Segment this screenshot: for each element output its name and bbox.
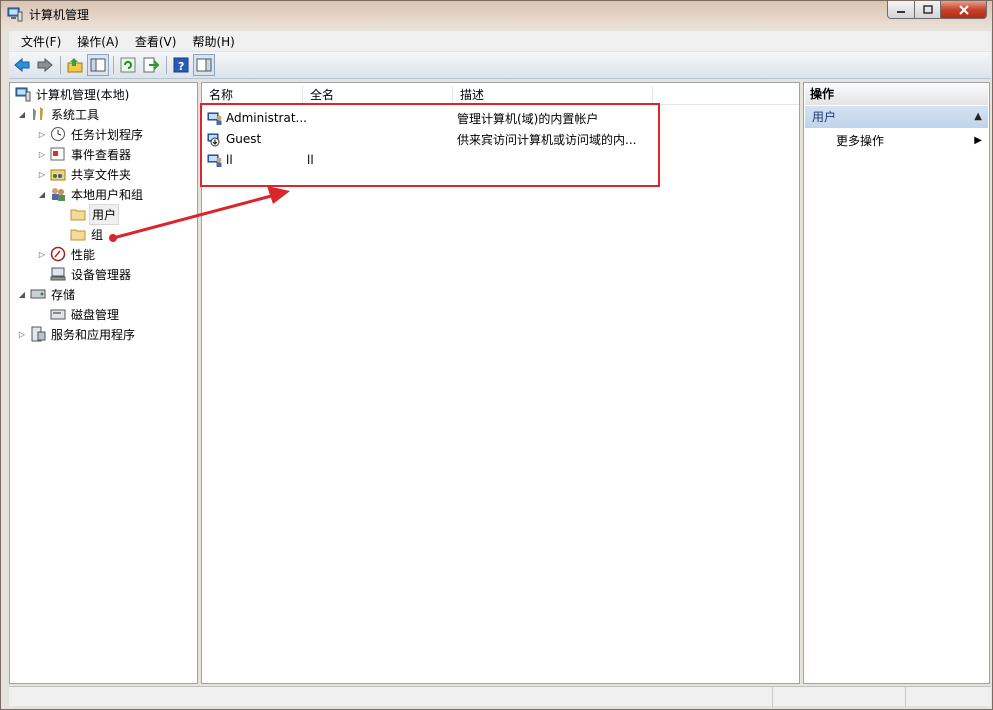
folder-icon bbox=[70, 209, 86, 221]
tree-item-groups[interactable]: 组 bbox=[67, 225, 105, 243]
help-button[interactable]: ? bbox=[170, 54, 192, 76]
toolbar: ? bbox=[9, 52, 991, 79]
help-icon: ? bbox=[173, 57, 189, 73]
device-manager-icon bbox=[50, 267, 66, 281]
tree-label: 系统工具 bbox=[51, 107, 100, 122]
tree-label: 任务计划程序 bbox=[71, 127, 144, 142]
up-button[interactable] bbox=[64, 54, 86, 76]
export-list-button[interactable] bbox=[140, 54, 162, 76]
shared-folder-icon bbox=[50, 169, 66, 181]
menu-file[interactable]: 文件(F) bbox=[13, 33, 69, 50]
collapse-icon[interactable]: ◢ bbox=[17, 290, 27, 299]
show-hide-action-pane-button[interactable] bbox=[193, 54, 215, 76]
menu-view[interactable]: 查看(V) bbox=[127, 33, 185, 50]
maximize-icon bbox=[922, 5, 933, 14]
minimize-button[interactable] bbox=[887, 1, 915, 19]
show-hide-action-pane-icon bbox=[196, 58, 212, 72]
expand-icon[interactable]: ▷ bbox=[37, 150, 47, 159]
back-button[interactable] bbox=[11, 54, 33, 76]
close-button[interactable] bbox=[940, 1, 987, 19]
collapse-up-icon[interactable]: ▲ bbox=[974, 106, 982, 128]
services-icon bbox=[31, 326, 46, 342]
tree-item-disk-management[interactable]: 磁盘管理 bbox=[47, 305, 121, 323]
expand-icon[interactable]: ▷ bbox=[37, 250, 47, 259]
tree-label: 计算机管理(本地) bbox=[36, 87, 130, 102]
storage-icon bbox=[30, 289, 46, 299]
column-header-blank bbox=[653, 86, 798, 105]
tree-item-event-viewer[interactable]: ▷ 事件查看器 bbox=[37, 145, 133, 163]
more-actions-item[interactable]: 更多操作 ▶ bbox=[805, 131, 988, 151]
tree-label: 设备管理器 bbox=[71, 267, 132, 282]
tree-item-services-apps[interactable]: ▷ 服务和应用程序 bbox=[17, 325, 137, 343]
actions-section-users[interactable]: 用户 ▲ bbox=[805, 106, 988, 128]
tools-icon bbox=[33, 107, 43, 120]
menu-action[interactable]: 操作(A) bbox=[69, 33, 127, 50]
actions-header: 操作 bbox=[805, 84, 988, 105]
actions-pane: 操作 用户 ▲ 更多操作 ▶ bbox=[803, 82, 990, 684]
expand-icon[interactable]: ▷ bbox=[37, 130, 47, 139]
console-tree-pane: 计算机管理(本地) ◢ 系统工具 ▷ 任务计划程序 ▷ 事件查看器 ▷ 共享文件… bbox=[9, 82, 198, 684]
status-bar bbox=[9, 686, 991, 707]
tree-label: 事件查看器 bbox=[71, 147, 132, 162]
users-group-icon bbox=[52, 188, 65, 201]
tree-label: 服务和应用程序 bbox=[51, 327, 136, 342]
more-actions-label: 更多操作 bbox=[836, 134, 885, 148]
tree-label: 组 bbox=[91, 227, 104, 242]
toolbar-separator bbox=[113, 56, 114, 74]
tree-item-system-tools[interactable]: ◢ 系统工具 bbox=[17, 105, 101, 123]
expand-icon[interactable]: ▷ bbox=[17, 330, 27, 339]
expand-icon[interactable]: ▷ bbox=[37, 170, 47, 179]
event-viewer-icon bbox=[50, 147, 65, 161]
tree-item-storage[interactable]: ◢ 存储 bbox=[17, 285, 77, 303]
computer-management-icon bbox=[7, 7, 23, 22]
minimize-icon bbox=[897, 10, 905, 13]
refresh-button[interactable] bbox=[117, 54, 139, 76]
tree-label: 存储 bbox=[51, 287, 76, 302]
tree-label: 磁盘管理 bbox=[71, 307, 120, 322]
tree-item-device-manager[interactable]: 设备管理器 bbox=[47, 265, 133, 283]
maximize-button[interactable] bbox=[914, 1, 941, 19]
status-cell bbox=[905, 687, 991, 707]
svg-text:?: ? bbox=[178, 60, 184, 73]
status-cell bbox=[772, 687, 905, 707]
show-hide-tree-button[interactable] bbox=[87, 54, 109, 76]
export-list-icon bbox=[143, 57, 159, 73]
toolbar-separator bbox=[166, 56, 167, 74]
tree-item-root[interactable]: 计算机管理(本地) bbox=[12, 85, 131, 103]
tree-item-performance[interactable]: ▷ 性能 bbox=[37, 245, 97, 263]
disk-icon bbox=[50, 309, 66, 320]
toolbar-separator bbox=[60, 56, 61, 74]
tree-label: 性能 bbox=[71, 247, 96, 262]
menu-help[interactable]: 帮助(H) bbox=[184, 33, 242, 50]
computer-management-icon bbox=[15, 87, 31, 102]
close-icon bbox=[958, 4, 969, 15]
forward-button[interactable] bbox=[34, 54, 56, 76]
tree-item-task-scheduler[interactable]: ▷ 任务计划程序 bbox=[37, 125, 145, 143]
folder-icon bbox=[70, 229, 86, 241]
collapse-icon[interactable]: ◢ bbox=[17, 110, 27, 119]
highlight-rectangle bbox=[200, 103, 660, 187]
actions-section-label: 用户 bbox=[812, 110, 837, 124]
submenu-arrow-icon: ▶ bbox=[974, 135, 982, 146]
annotation-arrow-icon bbox=[109, 186, 290, 242]
back-icon bbox=[14, 57, 30, 73]
collapse-icon[interactable]: ◢ bbox=[37, 190, 47, 199]
forward-icon bbox=[37, 57, 53, 73]
window-title: 计算机管理 bbox=[29, 8, 90, 22]
refresh-icon bbox=[120, 57, 136, 73]
clock-icon bbox=[51, 127, 65, 141]
show-hide-tree-icon bbox=[90, 58, 106, 72]
up-icon bbox=[67, 58, 83, 73]
title-bar: 计算机管理 bbox=[1, 1, 992, 27]
performance-icon bbox=[50, 246, 66, 262]
menu-bar: 文件(F) 操作(A) 查看(V) 帮助(H) bbox=[9, 31, 991, 51]
